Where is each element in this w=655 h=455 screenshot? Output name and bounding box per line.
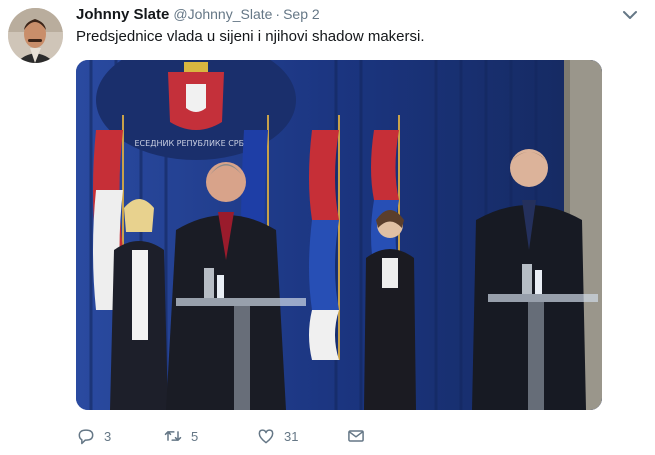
avatar[interactable] <box>8 8 63 63</box>
tweet-text: Predsjednice vlada u sijeni i njihovi sh… <box>76 28 425 45</box>
dot-separator: · <box>275 6 281 22</box>
tweet-actions: 3 5 31 <box>76 424 596 448</box>
like-icon <box>258 429 274 444</box>
like-button[interactable]: 31 <box>256 424 298 448</box>
like-count: 31 <box>284 428 299 444</box>
display-name[interactable]: Johnny Slate <box>76 6 169 23</box>
reply-icon <box>78 429 94 445</box>
chevron-down-icon[interactable] <box>621 8 639 22</box>
retweet-icon <box>164 431 182 441</box>
press-conference-photo: ЕСЕДНИК РЕПУБЛИКЕ СРБИЈЕ <box>76 60 602 410</box>
username-handle[interactable]: @Johnny_Slate <box>173 6 272 22</box>
reply-count: 3 <box>104 428 112 444</box>
retweet-count: 5 <box>191 428 199 444</box>
direct-message-icon <box>348 430 364 442</box>
tweet-date[interactable]: Sep 2 <box>283 6 320 22</box>
avatar-portrait <box>8 8 63 63</box>
coat-of-arms <box>168 62 224 130</box>
tweet-photo[interactable]: ЕСЕДНИК РЕПУБЛИКЕ СРБИЈЕ <box>76 60 602 410</box>
backdrop-caption: ЕСЕДНИК РЕПУБЛИКЕ СРБИЈЕ <box>135 139 258 148</box>
retweet-button[interactable]: 5 <box>163 424 198 448</box>
direct-message-button[interactable] <box>346 424 366 448</box>
reply-button[interactable]: 3 <box>76 424 111 448</box>
tweet-header: Johnny Slate @Johnny_Slate · Sep 2 <box>76 6 635 26</box>
